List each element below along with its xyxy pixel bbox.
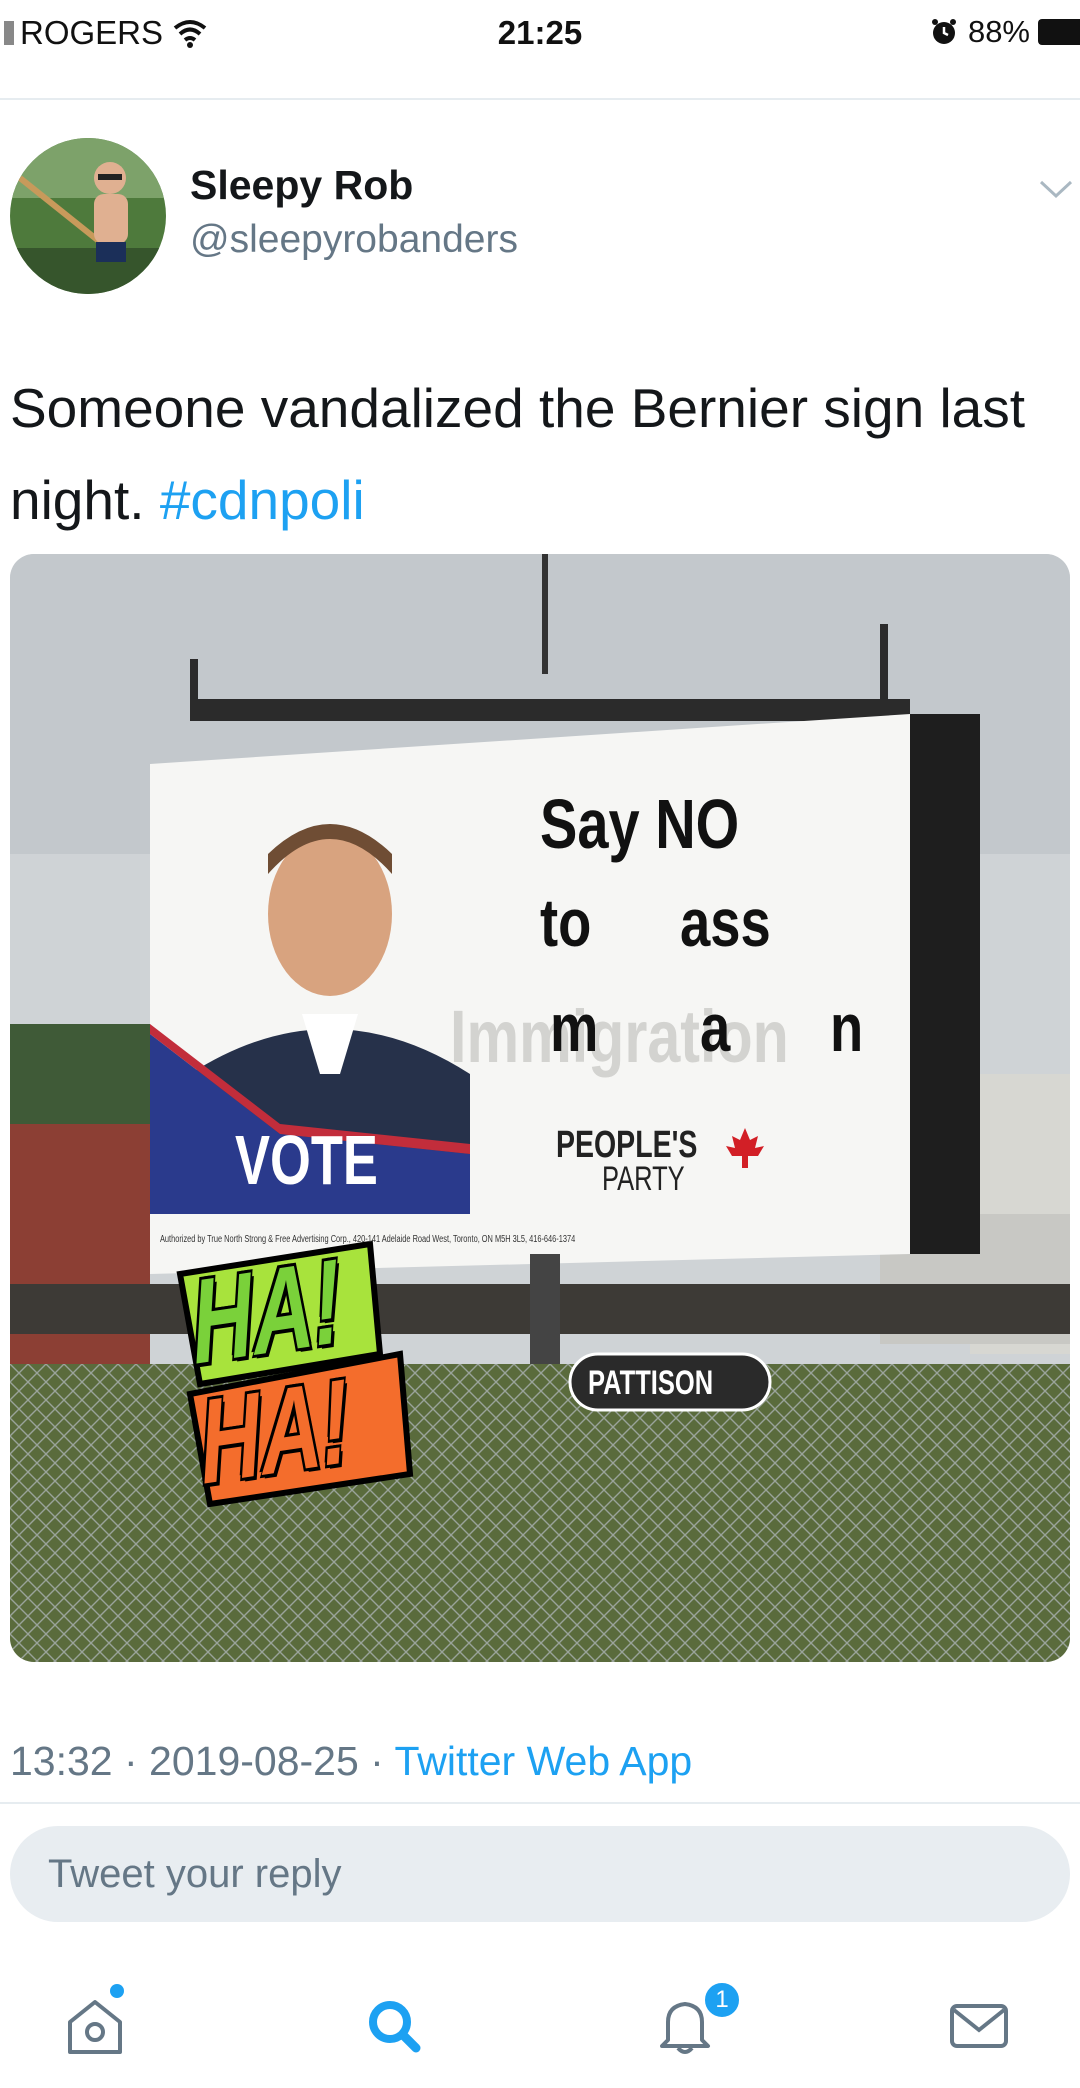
status-right: 88% — [930, 14, 1080, 50]
avatar-image — [10, 138, 166, 294]
sticker-ha-2: HA! — [195, 1354, 354, 1510]
tab-messages[interactable] — [944, 1990, 1014, 2060]
billboard-text: Say NO Immigration to ass m a n VOTE PEO… — [10, 554, 1070, 1662]
tweet-client-link[interactable]: Twitter Web App — [394, 1738, 692, 1784]
hashtag-link[interactable]: #cdnpoli — [160, 469, 365, 531]
tab-home[interactable] — [60, 1984, 130, 2060]
billboard-line3-b: a — [700, 990, 731, 1066]
tab-search[interactable] — [360, 1990, 430, 2060]
clock: 21:25 — [497, 14, 583, 51]
tweet-meta: 13:32 · 2019-08-25 · Twitter Web App — [10, 1738, 692, 1785]
user-handle[interactable]: @sleepyrobanders — [190, 218, 518, 262]
meta-divider — [0, 1802, 1080, 1804]
display-name[interactable]: Sleepy Rob — [190, 162, 413, 209]
notification-badge: 1 — [702, 1980, 742, 2020]
billboard-line3-c: n — [830, 990, 864, 1066]
home-icon — [68, 2000, 122, 2054]
reply-placeholder: Tweet your reply — [48, 1852, 342, 1896]
tab-notifications[interactable]: 1 — [650, 1980, 742, 2060]
avatar[interactable] — [10, 138, 166, 294]
home-new-dot — [110, 1984, 124, 1998]
tweet-text: Someone vandalized the Bernier sign last… — [10, 362, 1070, 546]
billboard-party-line2: PARTY — [602, 1160, 685, 1198]
chevron-down-icon[interactable] — [1038, 178, 1074, 200]
reply-input[interactable]: Tweet your reply — [10, 1826, 1070, 1922]
maple-leaf-icon — [726, 1128, 764, 1168]
search-icon — [369, 2001, 421, 2053]
battery-percent: 88% — [967, 14, 1030, 49]
battery-icon — [1038, 19, 1080, 45]
alarm-icon — [931, 19, 956, 44]
pattison-label: PATTISON — [588, 1364, 714, 1402]
tweet-photo[interactable]: Say NO Immigration to ass m a n VOTE PEO… — [10, 554, 1070, 1662]
billboard-faded-word: Immigration — [450, 995, 789, 1078]
billboard-line2-a: to — [540, 885, 592, 961]
billboard-vote: VOTE — [235, 1121, 378, 1199]
billboard-line3-a: m — [550, 990, 599, 1066]
tweet-timestamp: 13:32 · 2019-08-25 · — [10, 1738, 395, 1784]
mail-icon — [950, 2004, 1008, 2048]
status-bar: ROGERS 21:25 88% — [0, 0, 1080, 64]
header-divider — [0, 98, 1080, 100]
billboard-line1: Say NO — [540, 785, 740, 863]
billboard-line2-b: ass — [680, 885, 771, 961]
